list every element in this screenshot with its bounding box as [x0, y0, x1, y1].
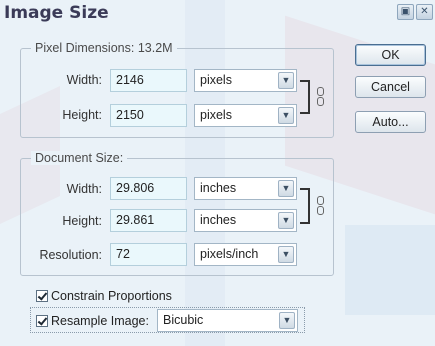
document-width-input[interactable]: 29.806: [110, 177, 187, 200]
pixel-width-unit-select[interactable]: pixels ▼: [194, 69, 297, 92]
help-icon[interactable]: ▣: [397, 4, 414, 20]
pixel-dimensions-size: 13.2M: [137, 41, 173, 55]
document-height-unit-select[interactable]: inches ▼: [194, 209, 297, 232]
document-height-label: Height:: [62, 214, 102, 228]
chevron-down-icon[interactable]: ▼: [278, 180, 294, 197]
resample-image-label: Resample Image:: [51, 314, 149, 328]
ok-button[interactable]: OK: [355, 44, 426, 66]
pixel-height-input[interactable]: 2150: [110, 104, 187, 127]
pixel-width-input[interactable]: 2146: [110, 69, 187, 92]
chevron-down-icon[interactable]: ▼: [278, 212, 294, 229]
chevron-down-icon[interactable]: ▼: [278, 72, 294, 89]
chain-link-icon: [317, 87, 324, 107]
pixel-link-bracket: [300, 80, 310, 114]
chevron-down-icon[interactable]: ▼: [279, 312, 295, 329]
document-height-input[interactable]: 29.861: [110, 209, 187, 232]
resample-image-checkbox[interactable]: [36, 315, 48, 327]
constrain-proportions-row[interactable]: Constrain Proportions: [36, 289, 172, 303]
chain-link-icon: [317, 196, 324, 216]
pixel-width-unit-value: pixels: [200, 73, 232, 87]
resample-method-value: Bicubic: [163, 313, 204, 327]
chevron-down-icon[interactable]: ▼: [278, 246, 294, 263]
title-bar: Image Size ▣ ✕: [0, 0, 435, 26]
close-icon[interactable]: ✕: [416, 4, 433, 20]
document-link-bracket: [300, 188, 310, 224]
pixel-height-label: Height:: [62, 108, 102, 122]
resolution-label: Resolution:: [39, 248, 102, 262]
cancel-button[interactable]: Cancel: [355, 76, 426, 98]
window-title: Image Size: [4, 3, 109, 23]
pixel-height-unit-select[interactable]: pixels ▼: [194, 104, 297, 127]
document-width-unit-value: inches: [200, 181, 237, 195]
document-height-unit-value: inches: [200, 213, 237, 227]
resolution-unit-value: pixels/inch: [200, 247, 259, 261]
image-size-dialog: Image Size ▣ ✕ Pixel Dimensions: 13.2M W…: [0, 0, 435, 346]
window-controls: ▣ ✕: [397, 4, 433, 20]
document-size-legend: Document Size:: [31, 151, 128, 165]
resolution-input[interactable]: 72: [110, 243, 187, 266]
resolution-unit-select[interactable]: pixels/inch ▼: [194, 243, 297, 266]
pixel-height-unit-value: pixels: [200, 108, 232, 122]
constrain-proportions-label: Constrain Proportions: [51, 289, 172, 303]
pixel-dimensions-legend: Pixel Dimensions: 13.2M: [31, 41, 177, 55]
chevron-down-icon[interactable]: ▼: [278, 107, 294, 124]
constrain-proportions-checkbox[interactable]: [36, 290, 48, 302]
resample-image-row[interactable]: Resample Image:: [36, 314, 149, 328]
pixel-width-label: Width:: [66, 73, 102, 87]
background-watermark-blue: [345, 225, 435, 315]
document-width-unit-select[interactable]: inches ▼: [194, 177, 297, 200]
resample-method-select[interactable]: Bicubic ▼: [157, 309, 298, 332]
pixel-dimensions-label: Pixel Dimensions:: [35, 41, 135, 55]
document-width-label: Width:: [66, 182, 102, 196]
auto-button[interactable]: Auto...: [355, 111, 426, 133]
